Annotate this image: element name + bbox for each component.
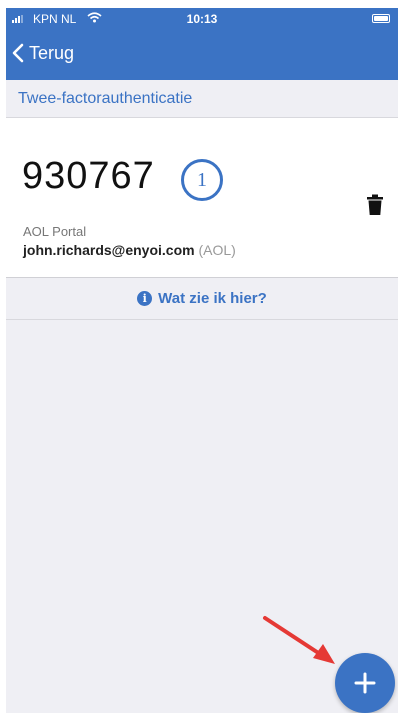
- plus-icon: [354, 672, 376, 694]
- account-card[interactable]: 930767 1 AOL Portal john.richards@enyoi.…: [6, 118, 398, 278]
- app-bar: KPN NL 10:13 Terug: [6, 8, 398, 80]
- account-name: AOL Portal: [23, 224, 87, 239]
- chevron-left-icon: [12, 43, 24, 63]
- countdown-value: 1: [197, 169, 207, 191]
- red-arrow-icon: [263, 616, 335, 664]
- app-screen: KPN NL 10:13 Terug Twee-factorauthentica…: [6, 8, 398, 713]
- otp-code: 930767: [22, 155, 155, 197]
- trash-icon[interactable]: [366, 194, 384, 216]
- back-button[interactable]: Terug: [12, 40, 74, 66]
- battery-icon: [372, 14, 390, 23]
- account-details: john.richards@enyoi.com (AOL): [23, 242, 236, 258]
- info-icon: i: [137, 291, 153, 306]
- help-link[interactable]: i Wat zie ik hier?: [6, 278, 398, 320]
- back-label: Terug: [29, 42, 75, 63]
- help-label: Wat zie ik hier?: [158, 290, 267, 307]
- section-header: Twee-factorauthenticatie: [6, 80, 398, 118]
- section-title: Twee-factorauthenticatie: [18, 90, 193, 107]
- account-provider: (AOL): [198, 242, 236, 258]
- status-bar: KPN NL 10:13: [6, 8, 398, 30]
- account-email: john.richards@enyoi.com: [23, 242, 195, 258]
- status-time: 10:13: [186, 12, 218, 26]
- add-account-button[interactable]: [335, 653, 395, 713]
